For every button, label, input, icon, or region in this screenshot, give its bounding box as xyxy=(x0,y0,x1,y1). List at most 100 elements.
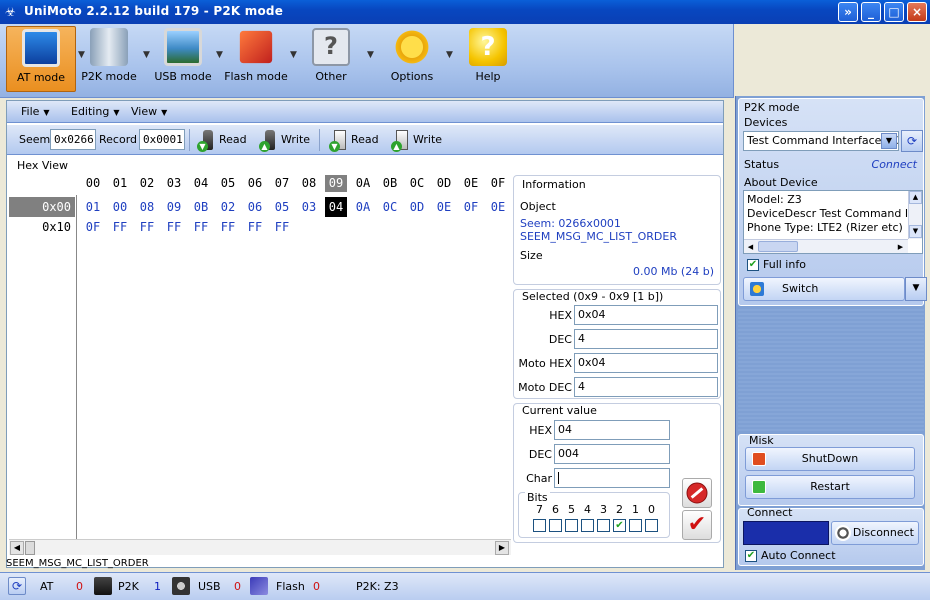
hex-byte[interactable]: 03 xyxy=(298,197,320,217)
group-legend: Information xyxy=(520,178,588,191)
auto-connect-checkbox[interactable]: ✔ xyxy=(745,550,757,562)
bit-number: 1 xyxy=(632,503,639,516)
hex-byte[interactable]: FF xyxy=(190,217,212,237)
apply-button[interactable]: ✔ xyxy=(682,510,712,540)
hex-column-header: 09 xyxy=(325,175,347,192)
hex-byte[interactable]: 06 xyxy=(244,197,266,217)
shutdown-button[interactable]: ShutDown xyxy=(745,447,915,471)
refresh-device-icon[interactable]: ⟳ xyxy=(901,130,923,152)
tool-other[interactable]: ? Other xyxy=(296,26,366,92)
close-button[interactable]: × xyxy=(907,2,927,22)
hex-byte[interactable]: 08 xyxy=(136,197,158,217)
tool-usb-mode[interactable]: USB mode xyxy=(148,26,218,92)
memo-vertical-scrollbar[interactable]: ▲ ▼ xyxy=(908,191,922,239)
bit-checkbox[interactable] xyxy=(581,519,594,532)
scroll-thumb[interactable] xyxy=(25,541,35,555)
seem-toolbar: Seem 0x0266 Record 0x0001 ▼ Read ▲ Write… xyxy=(7,125,723,155)
hex-byte[interactable]: 09 xyxy=(163,197,185,217)
bit-checkbox[interactable] xyxy=(565,519,578,532)
scroll-left-icon[interactable]: ◀ xyxy=(744,240,757,253)
menu-file[interactable]: File ▼ xyxy=(21,105,50,118)
selected-dec-field[interactable]: 4 xyxy=(574,329,718,349)
bit-checkbox[interactable] xyxy=(597,519,610,532)
tool-flash-mode[interactable]: Flash mode xyxy=(221,26,291,92)
link-icon[interactable]: ⟳ xyxy=(8,577,26,595)
hex-column-header: 04 xyxy=(193,176,209,190)
hex-byte[interactable]: 0E xyxy=(487,197,509,217)
record-input[interactable]: 0x0001 xyxy=(139,129,185,150)
file-write-button[interactable]: ▲ Write xyxy=(391,130,442,152)
question-page-icon: ? xyxy=(312,28,350,66)
scroll-right-icon[interactable]: ▶ xyxy=(495,541,509,555)
hex-byte[interactable]: 01 xyxy=(82,197,104,217)
restart-button[interactable]: Restart xyxy=(745,475,915,499)
scroll-down-icon[interactable]: ▼ xyxy=(909,225,922,238)
hex-byte[interactable]: FF xyxy=(244,217,266,237)
bit-checkbox[interactable]: ✔ xyxy=(613,519,626,532)
chevron-double-down-icon[interactable]: ▼ xyxy=(905,277,927,301)
tool-label: P2K mode xyxy=(81,70,137,83)
moto-dec-field[interactable]: 4 xyxy=(574,377,718,397)
hex-view-title: Hex View xyxy=(17,159,68,172)
hex-byte[interactable]: 0F xyxy=(82,217,104,237)
hex-byte[interactable]: 0F xyxy=(460,197,482,217)
connection-indicator xyxy=(743,521,829,545)
disconnect-button[interactable]: Disconnect xyxy=(831,521,919,545)
hex-byte[interactable]: 0E xyxy=(433,197,455,217)
hex-byte[interactable]: 00 xyxy=(109,197,131,217)
selected-hex-field[interactable]: 0x04 xyxy=(574,305,718,325)
hex-byte[interactable]: 0B xyxy=(190,197,212,217)
hex-byte[interactable]: 0C xyxy=(379,197,401,217)
about-device-memo[interactable]: Model: Z3 DeviceDescr Test Command Inter… xyxy=(743,190,923,254)
hex-byte[interactable]: 04 xyxy=(325,197,347,217)
hex-byte[interactable]: FF xyxy=(109,217,131,237)
hex-grid[interactable]: 00 01 02 03 04 05 06 07 08 09 0A 0B 0C 0D 0E 0F 0x00 0x1… xyxy=(9,175,509,541)
phone-read-button[interactable]: ▼ Read xyxy=(197,130,247,152)
memo-horizontal-scrollbar[interactable]: ◀ ▶ xyxy=(744,239,908,253)
bit-checkbox[interactable] xyxy=(645,519,658,532)
usb-screen-icon xyxy=(164,28,202,66)
seem-input[interactable]: 0x0266 xyxy=(50,129,96,150)
bit-checkbox[interactable] xyxy=(549,519,562,532)
hex-column-header: 06 xyxy=(247,176,263,190)
current-char-field[interactable] xyxy=(554,468,670,488)
moto-hex-field[interactable]: 0x04 xyxy=(574,353,718,373)
switch-button[interactable]: Switch xyxy=(743,277,905,301)
scroll-left-icon[interactable]: ◀ xyxy=(10,541,24,555)
tool-help[interactable]: ? Help xyxy=(453,26,523,92)
scroll-up-icon[interactable]: ▲ xyxy=(909,191,922,204)
menu-view[interactable]: View ▼ xyxy=(131,105,167,118)
bit-checkbox[interactable] xyxy=(533,519,546,532)
hex-label: HEX xyxy=(549,309,572,322)
current-dec-field[interactable]: 004 xyxy=(554,444,670,464)
bit-checkbox[interactable] xyxy=(629,519,642,532)
full-info-checkbox[interactable]: ✔ xyxy=(747,259,759,271)
menu-editing[interactable]: Editing ▼ xyxy=(71,105,119,118)
hex-byte[interactable]: FF xyxy=(271,217,293,237)
maximize-button[interactable]: □ xyxy=(884,2,904,22)
hex-byte[interactable]: 0D xyxy=(406,197,428,217)
hex-byte[interactable]: FF xyxy=(163,217,185,237)
tool-at-mode[interactable]: AT mode xyxy=(6,26,76,92)
cancel-button[interactable] xyxy=(682,478,712,508)
file-read-button[interactable]: ▼ Read xyxy=(329,130,379,152)
phone-write-button[interactable]: ▲ Write xyxy=(259,130,310,152)
button-label: Restart xyxy=(810,480,850,493)
extra-button[interactable]: » xyxy=(838,2,858,22)
device-select[interactable]: Test Command Interface [23 ▼ xyxy=(743,131,899,151)
tool-options[interactable]: Options xyxy=(377,26,447,92)
hex-byte[interactable]: 02 xyxy=(217,197,239,217)
status-label: Status xyxy=(744,158,780,171)
minimize-button[interactable]: _ xyxy=(861,2,881,22)
scroll-thumb[interactable] xyxy=(758,241,798,252)
current-hex-field[interactable]: 04 xyxy=(554,420,670,440)
hex-byte[interactable]: FF xyxy=(217,217,239,237)
hex-byte[interactable]: 05 xyxy=(271,197,293,217)
scroll-right-icon[interactable]: ▶ xyxy=(894,240,907,253)
hex-byte[interactable]: FF xyxy=(136,217,158,237)
hex-horizontal-scrollbar[interactable]: ◀ ▶ xyxy=(9,539,511,555)
record-label: Record xyxy=(99,133,138,146)
chevron-down-icon[interactable]: ▼ xyxy=(367,50,377,60)
tool-p2k-mode[interactable]: P2K mode xyxy=(74,26,144,92)
hex-byte[interactable]: 0A xyxy=(352,197,374,217)
